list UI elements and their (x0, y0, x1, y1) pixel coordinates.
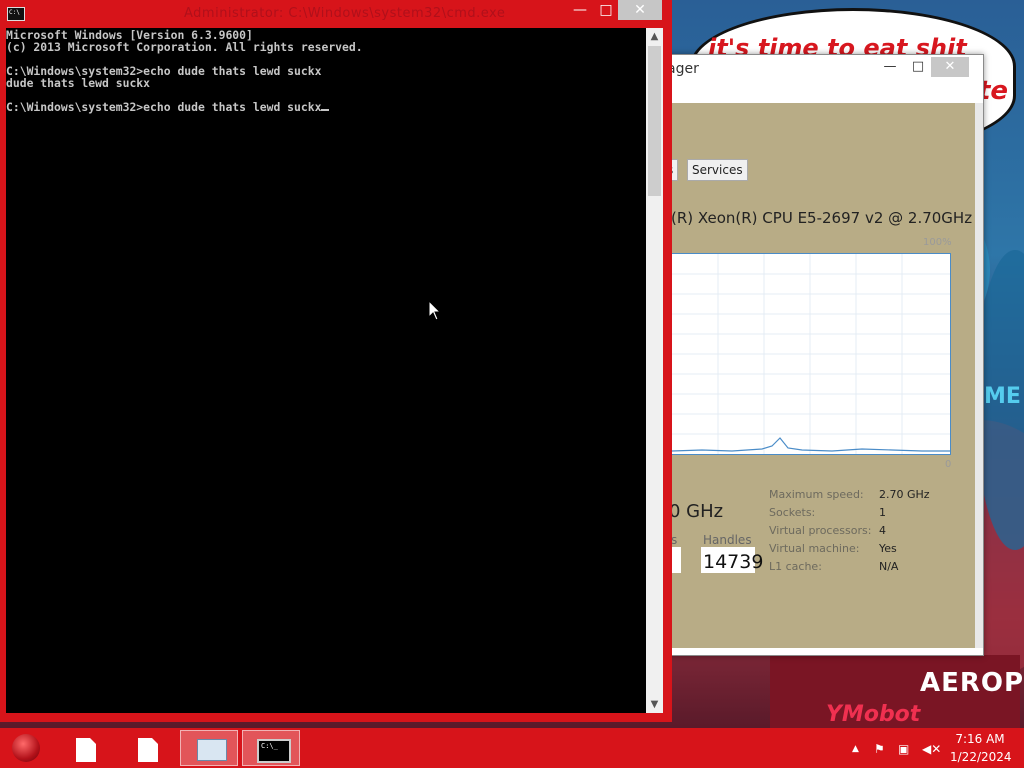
stat-label: Virtual machine: (769, 542, 860, 555)
document-icon (138, 738, 158, 762)
volume-muted-icon[interactable]: ◀✕ (922, 742, 941, 756)
stat-value: 1 (879, 506, 886, 519)
tab-services[interactable]: Services (687, 159, 748, 181)
task-manager-menubar (663, 85, 983, 103)
console-current-command: C:\Windows\system32>echo dude thats lewd… (6, 100, 322, 114)
command-prompt-window[interactable]: C:\ Administrator: C:\Windows\system32\c… (0, 0, 672, 722)
stat-label: L1 cache: (769, 560, 822, 573)
handles-label: Handles (703, 533, 752, 547)
console-line: dude thats lewd suckx (6, 76, 151, 90)
document-icon (76, 738, 96, 762)
close-button[interactable]: ✕ (931, 57, 969, 77)
cpu-usage-line (672, 437, 950, 452)
task-manager-window[interactable]: ager — □ ✕ s Services (R) Xeon(R) CPU E5… (662, 54, 984, 656)
console-prompt-line[interactable]: C:\Windows\system32>echo dude thats lewd… (6, 100, 330, 114)
command-prompt-icon-label: C:\_ (261, 742, 278, 750)
cpu-name: (R) Xeon(R) CPU E5-2697 v2 @ 2.70GHz (671, 209, 973, 227)
taskbar: C:\_ ▲ ⚑ ▣ ◀✕ 7:16 AM 1/22/2024 (0, 728, 1024, 768)
action-center-flag-icon[interactable]: ⚑ (874, 742, 885, 756)
taskbar-item-document-2[interactable] (118, 730, 176, 766)
cpu-speed: 0 GHz (669, 501, 724, 522)
command-prompt-titlebar[interactable]: C:\ Administrator: C:\Windows\system32\c… (0, 0, 672, 28)
text-cursor (321, 109, 330, 111)
cpu-usage-graph (671, 253, 951, 455)
stat-label: Sockets: (769, 506, 816, 519)
cmd-window-icon-label: C:\ (9, 9, 20, 16)
wallpaper-side-text: ME (984, 384, 1021, 409)
scrollbar-thumb[interactable] (648, 46, 661, 196)
console-output[interactable]: Microsoft Windows [Version 6.3.9600] (c)… (6, 28, 646, 713)
stat-value: Yes (879, 542, 897, 555)
graph-min-label: 0 (945, 459, 952, 470)
taskbar-item-task-manager[interactable] (180, 730, 238, 766)
stat-label: Maximum speed: (769, 488, 864, 501)
console-line: (c) 2013 Microsoft Corporation. All righ… (6, 40, 363, 54)
clock-date[interactable]: 1/22/2024 (950, 750, 1012, 764)
window-title: Administrator: C:\Windows\system32\cmd.e… (184, 6, 506, 21)
wallpaper-sign-text-2: YMobot (826, 702, 921, 727)
stat-value: 4 (879, 524, 886, 537)
clock-time[interactable]: 7:16 AM (950, 732, 1010, 746)
stat-value: 2.70 GHz (879, 488, 930, 501)
task-manager-titlebar[interactable]: ager — □ ✕ (663, 55, 983, 85)
vertical-scrollbar[interactable]: ▲ ▼ (646, 28, 663, 713)
stat-value: N/A (879, 560, 899, 573)
mouse-pointer-icon (428, 300, 442, 321)
taskbar-item-command-prompt[interactable]: C:\_ (242, 730, 300, 766)
close-button[interactable]: ✕ (618, 0, 662, 20)
taskbar-item-document-1[interactable] (56, 730, 114, 766)
task-manager-performance-panel: s Services (R) Xeon(R) CPU E5-2697 v2 @ … (663, 103, 983, 648)
graph-max-label: 100% (923, 237, 952, 248)
task-manager-icon (197, 739, 227, 761)
show-hidden-icons-chevron-icon[interactable]: ▲ (852, 744, 859, 754)
wallpaper-sign-text: AEROPOS (920, 668, 1024, 698)
stat-label: Virtual processors: (769, 524, 872, 537)
scroll-up-arrow-icon[interactable]: ▲ (646, 28, 663, 45)
scroll-down-arrow-icon[interactable]: ▼ (646, 696, 663, 713)
network-icon[interactable]: ▣ (898, 742, 909, 756)
graph-grid (672, 254, 950, 454)
minimize-button[interactable]: — (566, 0, 594, 20)
task-manager-tabs: s Services (663, 159, 975, 181)
handles-value: 14739 (703, 551, 764, 573)
maximize-button[interactable]: □ (592, 0, 620, 20)
start-button[interactable] (12, 734, 40, 762)
